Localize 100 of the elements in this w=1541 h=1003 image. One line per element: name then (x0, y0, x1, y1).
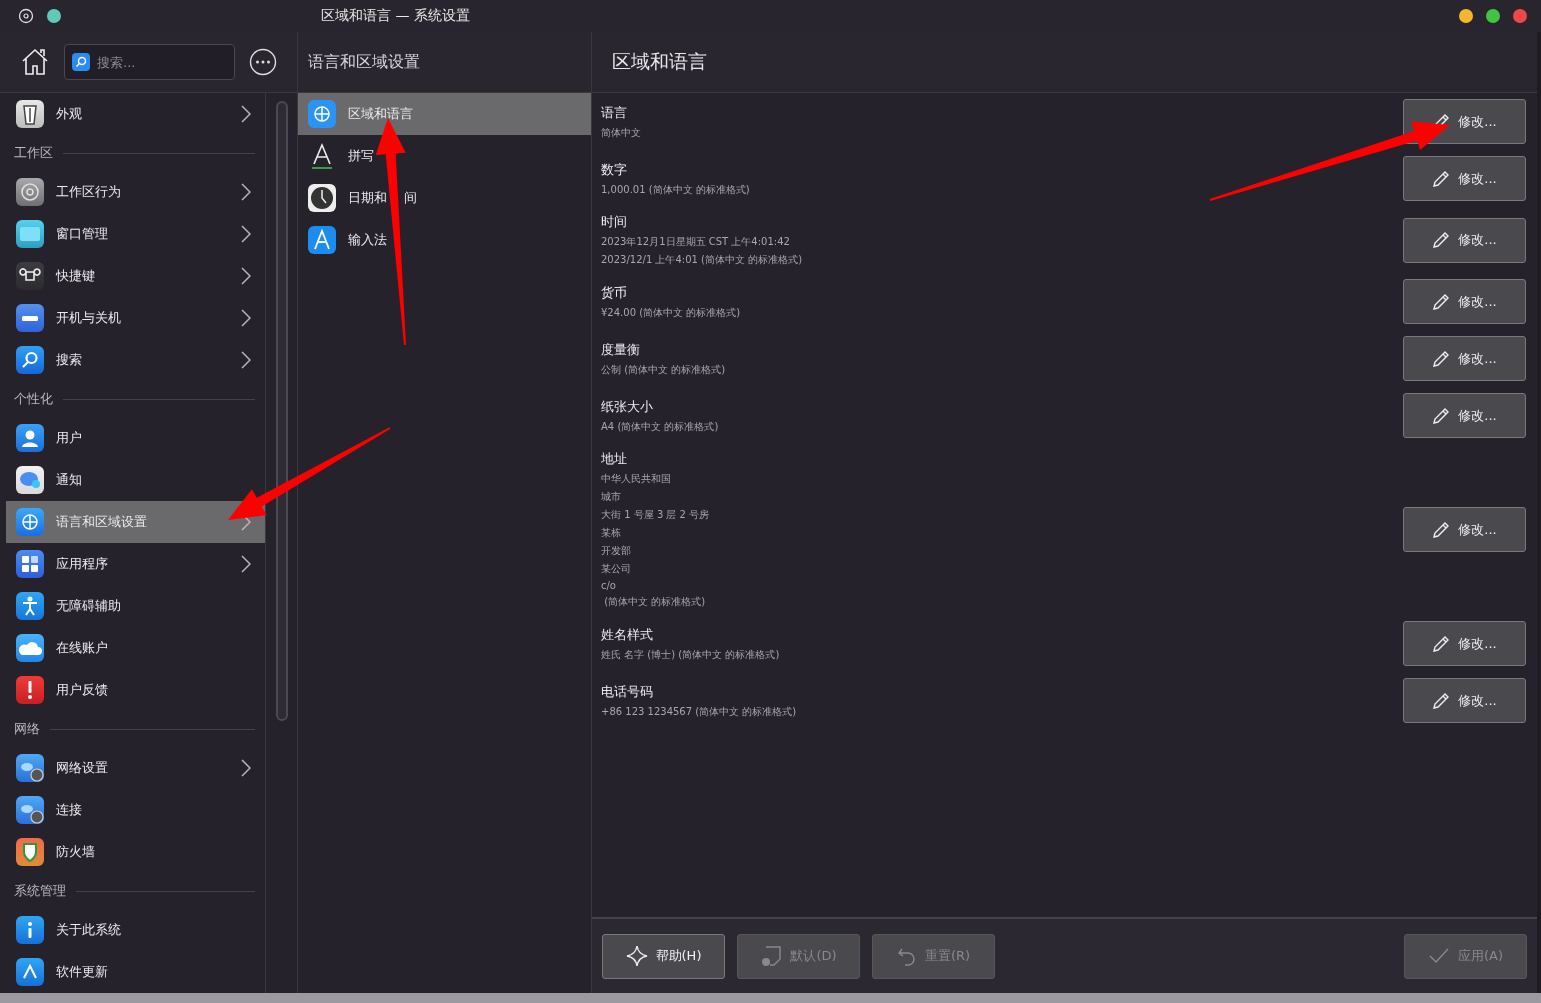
setting-value: 大街 1 号屋 3 层 2 号房 (601, 508, 711, 522)
chevron-right-icon (241, 105, 251, 123)
setting-value: 某公司 (601, 562, 632, 576)
category-item[interactable]: 拼写 (298, 135, 591, 177)
modify-button[interactable]: 修改... (1403, 156, 1526, 201)
sidebar-item[interactable]: 外观 (6, 93, 265, 135)
window-icon (16, 220, 44, 248)
search-field[interactable]: 搜索... (64, 44, 235, 80)
setting-value: 简体中文 (601, 125, 642, 140)
setting-value: 姓氏 名字 (博士) (简体中文 的标准格式) (601, 647, 781, 662)
panel-title: 语言和区域设置 (298, 32, 591, 93)
sidebar-item[interactable]: 软件更新 (6, 951, 265, 993)
sidebar-item[interactable]: 搜索 (6, 339, 265, 381)
category-item[interactable]: 日期和 间 (298, 177, 591, 219)
close-button[interactable] (1513, 9, 1527, 23)
setting-value: +86 123 1234567 (简体中文 的标准格式) (601, 704, 798, 719)
setting-label: 语言 (601, 103, 628, 122)
setting-value: 2023/12/1 上午4:01 (简体中文 的标准格式) (601, 253, 804, 267)
chat-bubble-icon (16, 466, 44, 494)
sidebar-item[interactable]: 快捷键 (6, 255, 265, 297)
sidebar-item[interactable]: 通知 (6, 459, 265, 501)
sidebar-item[interactable]: 应用程序 (6, 543, 265, 585)
cloud-icon (16, 634, 44, 662)
sparkle-icon (625, 945, 648, 967)
setting-value: (简体中文 的标准格式) (603, 595, 707, 609)
sidebar-item[interactable]: 在线账户 (6, 627, 265, 669)
modify-button[interactable]: 修改... (1403, 393, 1526, 438)
more-options-icon[interactable] (249, 48, 277, 76)
gear-icon (16, 178, 44, 206)
setting-label: 姓名样式 (601, 625, 654, 644)
help-button[interactable]: 帮助(H) (602, 933, 725, 979)
chevron-right-icon (241, 225, 251, 243)
setting-value: 公制 (简体中文 的标准格式) (601, 362, 727, 377)
modify-button[interactable]: 修改... (1403, 678, 1526, 723)
scrollbar[interactable] (275, 101, 288, 721)
setting-label: 时间 (601, 213, 628, 231)
minimize-button[interactable] (1459, 9, 1473, 23)
window-title: 区域和语言 — 系统设置 (321, 7, 471, 25)
globe-icon (308, 100, 336, 128)
chevron-right-icon (241, 267, 251, 285)
setting-label: 货币 (601, 283, 628, 302)
shield-icon (16, 838, 44, 866)
sidebar-item[interactable]: 工作区行为 (6, 171, 265, 213)
setting-value: A4 (简体中文 的标准格式) (601, 419, 720, 434)
chevron-right-icon (241, 555, 251, 573)
setting-value: 开发部 (601, 544, 632, 558)
undo-icon (896, 946, 917, 966)
chevron-right-icon (241, 183, 251, 201)
globe-icon (16, 508, 44, 536)
panel-icon (16, 304, 44, 332)
sidebar-item[interactable]: 连接 (6, 789, 265, 831)
setting-label: 电话号码 (601, 682, 654, 701)
network-globe-icon (16, 754, 44, 782)
sidebar-item[interactable]: 无障碍辅助 (6, 585, 265, 627)
pencil-icon (1432, 406, 1451, 425)
sidebar-item[interactable]: 窗口管理 (6, 213, 265, 255)
info-icon (16, 916, 44, 944)
sidebar-item[interactable]: 用户 (6, 417, 265, 459)
chevron-right-icon (241, 351, 251, 369)
maximize-button[interactable] (1486, 9, 1500, 23)
setting-label: 度量衡 (601, 340, 641, 359)
modify-button[interactable]: 修改... (1403, 217, 1526, 263)
sidebar-item[interactable]: 关于此系统 (6, 909, 265, 951)
document-restore-icon (760, 945, 783, 967)
category-item[interactable]: 区域和语言 (298, 93, 591, 135)
setting-value: ¥24.00 (简体中文 的标准格式) (601, 305, 742, 320)
modify-button[interactable]: 修改... (1403, 507, 1526, 552)
connection-icon (16, 796, 44, 824)
pencil-icon (1432, 634, 1451, 653)
pin-button[interactable] (47, 9, 61, 23)
chevron-right-icon (241, 309, 251, 327)
user-icon (16, 424, 44, 452)
pencil-icon (1432, 520, 1451, 539)
sidebar-item[interactable]: 开机与关机 (6, 297, 265, 339)
settings-icon[interactable] (18, 8, 34, 24)
sidebar-item[interactable]: 防火墙 (6, 831, 265, 873)
checkmark-icon (1427, 947, 1450, 965)
sidebar-item[interactable]: 网络设置 (6, 747, 265, 789)
setting-value: 2023年12月1日星期五 CST 上午4:01:42 (601, 235, 791, 249)
app-grid-icon (16, 550, 44, 578)
category-item[interactable]: 输入法 (298, 219, 591, 261)
pencil-icon (1432, 292, 1451, 311)
modify-button[interactable]: 修改... (1403, 279, 1526, 324)
page-title: 区域和语言 (592, 32, 1537, 93)
modify-button[interactable]: 修改... (1403, 336, 1526, 381)
search-icon (72, 53, 90, 71)
setting-label: 纸张大小 (601, 397, 654, 416)
section-heading: 个性化 (14, 390, 53, 408)
search-icon (16, 346, 44, 374)
setting-value: 城市 (601, 490, 622, 504)
sidebar-item[interactable]: 用户反馈 (6, 669, 265, 711)
modify-button[interactable]: 修改... (1403, 621, 1526, 666)
setting-label: 数字 (601, 160, 628, 179)
pencil-icon (1432, 691, 1451, 710)
home-icon[interactable] (20, 47, 50, 77)
setting-label: 地址 (601, 450, 628, 468)
setting-value: 某栋 (601, 526, 622, 540)
setting-value: 1,000.01 (简体中文 的标准格式) (601, 182, 751, 197)
sidebar-item[interactable]: 语言和区域设置 (6, 501, 265, 543)
keyboard-letter-icon (308, 226, 336, 254)
